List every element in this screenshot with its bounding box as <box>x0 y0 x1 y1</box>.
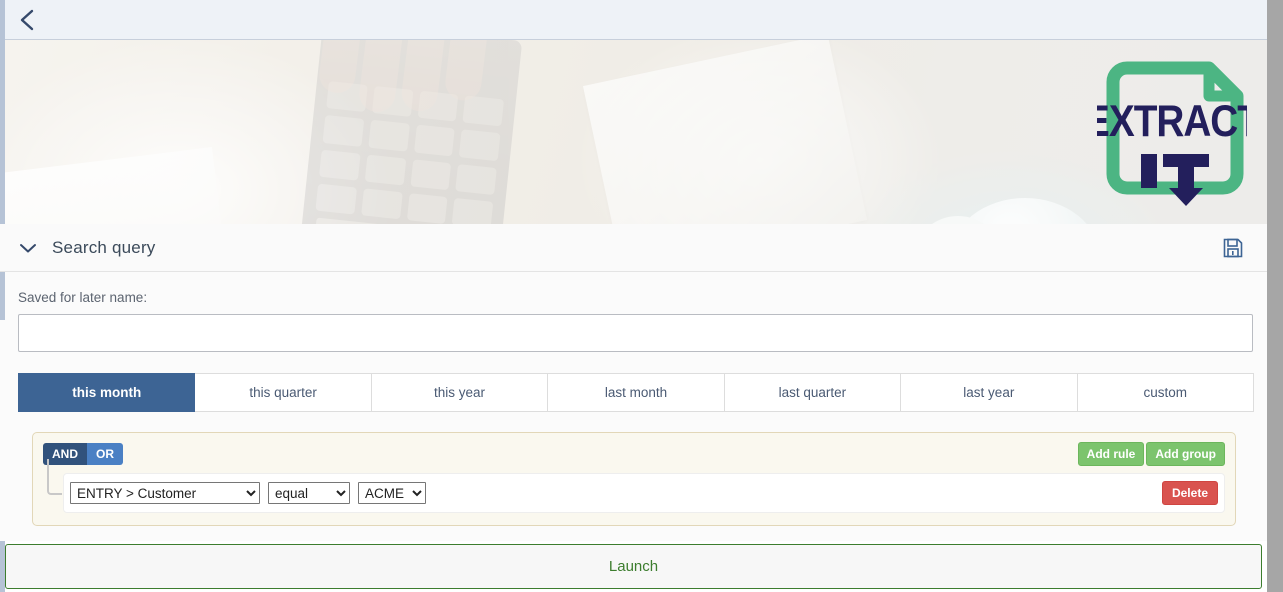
panel-header[interactable]: Search query <box>0 224 1267 272</box>
header-banner: EXTRACT <box>0 40 1267 224</box>
banner-overlay <box>0 40 1267 224</box>
app-root: EXTRACT Search query <box>0 0 1283 592</box>
saved-name-input[interactable] <box>18 314 1253 352</box>
left-accent-strip-banner <box>0 40 5 224</box>
extract-it-logo: EXTRACT <box>1097 58 1247 210</box>
panel-bottom-spacer <box>0 526 1267 542</box>
tab-this-month[interactable]: this month <box>18 373 196 412</box>
tab-custom[interactable]: custom <box>1077 373 1254 412</box>
query-rule-row: ENTRY > Customer equal ACME Delete <box>63 473 1225 513</box>
rule-field-select[interactable]: ENTRY > Customer <box>70 482 260 504</box>
add-group-button[interactable]: Add group <box>1146 442 1225 466</box>
add-rule-button[interactable]: Add rule <box>1077 442 1145 466</box>
page-title: Search query <box>52 237 156 257</box>
back-button[interactable] <box>16 7 40 33</box>
rule-value-select[interactable]: ACME <box>358 482 426 504</box>
scrollbar-gutter[interactable] <box>1267 0 1283 592</box>
tab-last-quarter[interactable]: last quarter <box>724 373 902 412</box>
panel-body: Saved for later name: this month this qu… <box>0 272 1267 542</box>
left-accent-strip <box>0 0 5 40</box>
launch-area: Launch <box>0 541 1267 592</box>
period-tab-bar: this month this quarter this year last m… <box>18 373 1254 412</box>
tab-last-month[interactable]: last month <box>548 373 725 412</box>
tab-this-year[interactable]: this year <box>371 373 549 412</box>
tab-last-year[interactable]: last year <box>901 373 1078 412</box>
rule-wrapper: ENTRY > Customer equal ACME Delete <box>43 459 1225 513</box>
chevron-left-icon <box>16 7 40 33</box>
top-bar <box>0 0 1267 40</box>
rule-connector-line <box>47 459 62 495</box>
rule-operator-select[interactable]: equal <box>268 482 350 504</box>
tab-this-quarter[interactable]: this quarter <box>195 373 372 412</box>
saved-name-label: Saved for later name: <box>18 290 148 305</box>
query-builder-header: AND OR Add rule Add group <box>43 442 1225 466</box>
svg-text:EXTRACT: EXTRACT <box>1097 95 1247 145</box>
delete-rule-button[interactable]: Delete <box>1161 481 1218 505</box>
query-builder-actions: Add rule Add group <box>1077 442 1225 466</box>
query-builder-group: AND OR Add rule Add group ENTRY > Custom… <box>32 432 1236 526</box>
left-accent-strip-body <box>0 272 5 320</box>
search-query-panel: Search query Saved for later name: this … <box>0 224 1267 542</box>
condition-or-button[interactable]: OR <box>87 443 123 465</box>
chevron-down-icon[interactable] <box>18 238 38 258</box>
floppy-disk-save-icon[interactable] <box>1221 236 1245 260</box>
launch-button[interactable]: Launch <box>5 544 1262 589</box>
